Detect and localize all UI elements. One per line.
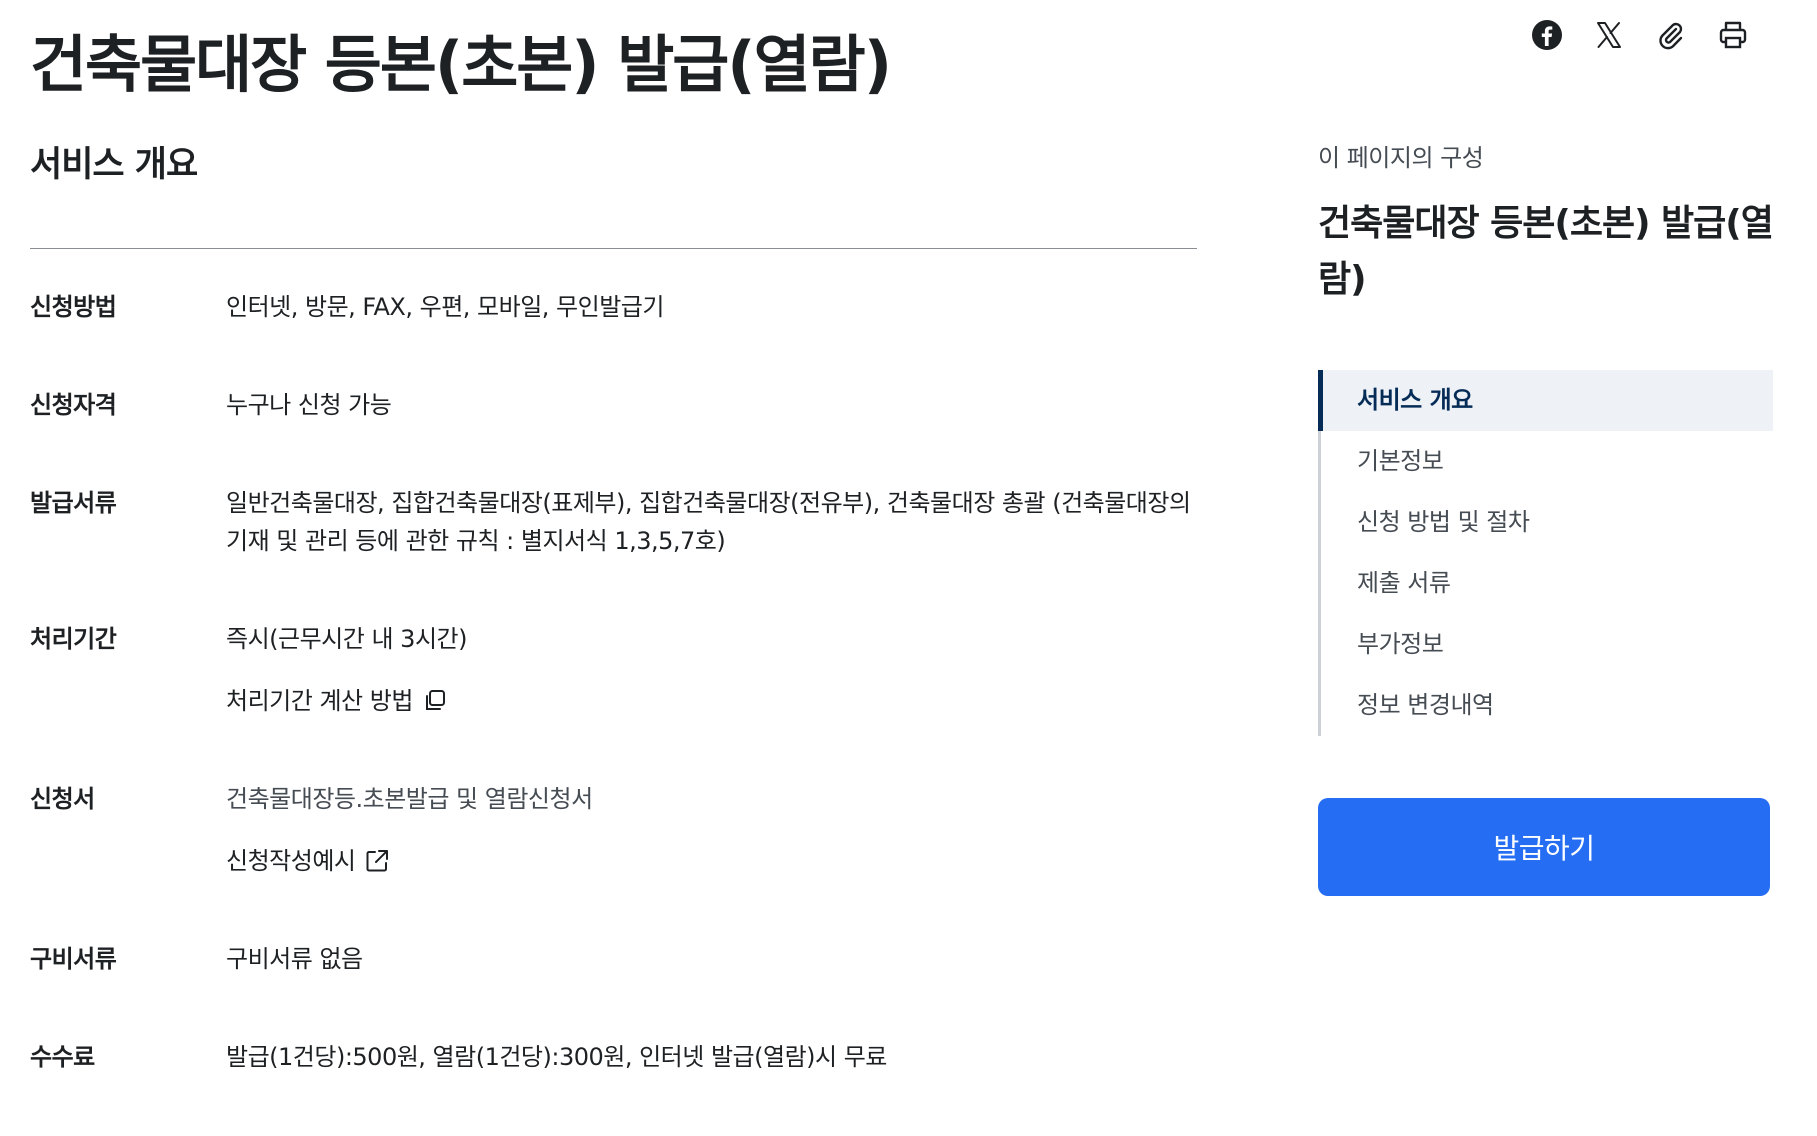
row-label: 신청서 (30, 785, 95, 813)
link-label: 처리기간 계산 방법 (226, 687, 413, 715)
external-link-icon (366, 850, 389, 872)
x-icon (1597, 22, 1621, 48)
toc-item-service-overview[interactable]: 서비스 개요 (1318, 370, 1773, 431)
facebook-icon (1532, 20, 1562, 50)
row-label: 신청자격 (30, 391, 117, 419)
info-row-method: 신청방법 인터넷, 방문, FAX, 우편, 모바일, 무인발급기 (30, 288, 1197, 326)
row-value: 구비서류 없음 (226, 945, 363, 973)
share-toolbar (1530, 14, 1750, 56)
row-value: 발급(1건당):500원, 열람(1건당):300원, 인터넷 발급(열람)시 … (226, 1043, 887, 1071)
toc-item-additional-info[interactable]: 부가정보 (1321, 614, 1773, 675)
row-value: 인터넷, 방문, FAX, 우편, 모바일, 무인발급기 (226, 293, 664, 321)
info-row-required-docs: 구비서류 구비서류 없음 (30, 940, 1197, 978)
info-row-application-form: 신청서 건축물대장등.초본발급 및 열람신청서 신청작성예시 (30, 780, 1197, 880)
row-label: 신청방법 (30, 293, 117, 321)
row-value-group: 즉시(근무시간 내 3시간) 처리기간 계산 방법 (226, 620, 1197, 720)
section-title: 서비스 개요 (30, 145, 198, 185)
section-divider (30, 248, 1197, 249)
row-value-group: 건축물대장등.초본발급 및 열람신청서 신청작성예시 (226, 780, 1197, 880)
row-value: 일반건축물대장, 집합건축물대장(표제부), 집합건축물대장(전유부), 건축물… (226, 489, 1191, 555)
toc-title: 건축물대장 등본(초본) 발급(열람) (1318, 203, 1774, 300)
copy-link-button[interactable] (1654, 14, 1688, 56)
row-value: 누구나 신청 가능 (226, 391, 392, 419)
application-example-link[interactable]: 신청작성예시 (226, 842, 391, 880)
toc-item-basic-info[interactable]: 기본정보 (1321, 431, 1773, 492)
copy-icon (425, 690, 445, 710)
row-label: 구비서류 (30, 945, 117, 973)
info-row-documents: 발급서류 일반건축물대장, 집합건축물대장(표제부), 집합건축물대장(전유부)… (30, 484, 1197, 560)
row-value: 즉시(근무시간 내 3시간) (226, 625, 467, 653)
row-label: 발급서류 (30, 489, 117, 517)
info-row-processing-time: 처리기간 즉시(근무시간 내 3시간) 처리기간 계산 방법 (30, 620, 1197, 720)
print-button[interactable] (1716, 14, 1750, 56)
row-label: 수수료 (30, 1043, 95, 1071)
paperclip-icon (1659, 22, 1683, 50)
processing-time-calc-link[interactable]: 처리기간 계산 방법 (226, 682, 449, 720)
toc-caption: 이 페이지의 구성 (1318, 144, 1484, 172)
printer-icon (1719, 21, 1747, 49)
row-label: 처리기간 (30, 625, 117, 653)
page-title: 건축물대장 등본(초본) 발급(열람) (30, 28, 892, 101)
toc-item-change-history[interactable]: 정보 변경내역 (1321, 675, 1773, 736)
x-share-button[interactable] (1592, 14, 1626, 56)
page-toc: 서비스 개요 기본정보 신청 방법 및 절차 제출 서류 부가정보 정보 변경내… (1318, 370, 1773, 736)
application-form-link[interactable]: 건축물대장등.초본발급 및 열람신청서 (226, 780, 1197, 818)
info-row-eligibility: 신청자격 누구나 신청 가능 (30, 386, 1197, 424)
info-row-fee: 수수료 발급(1건당):500원, 열람(1건당):300원, 인터넷 발급(열… (30, 1038, 1197, 1076)
toc-item-method-procedure[interactable]: 신청 방법 및 절차 (1321, 492, 1773, 553)
service-overview-table: 신청방법 인터넷, 방문, FAX, 우편, 모바일, 무인발급기 신청자격 누… (30, 288, 1197, 1136)
issue-button[interactable]: 발급하기 (1318, 798, 1770, 896)
facebook-share-button[interactable] (1530, 14, 1564, 56)
toc-item-submit-docs[interactable]: 제출 서류 (1321, 553, 1773, 614)
link-label: 신청작성예시 (226, 847, 356, 875)
